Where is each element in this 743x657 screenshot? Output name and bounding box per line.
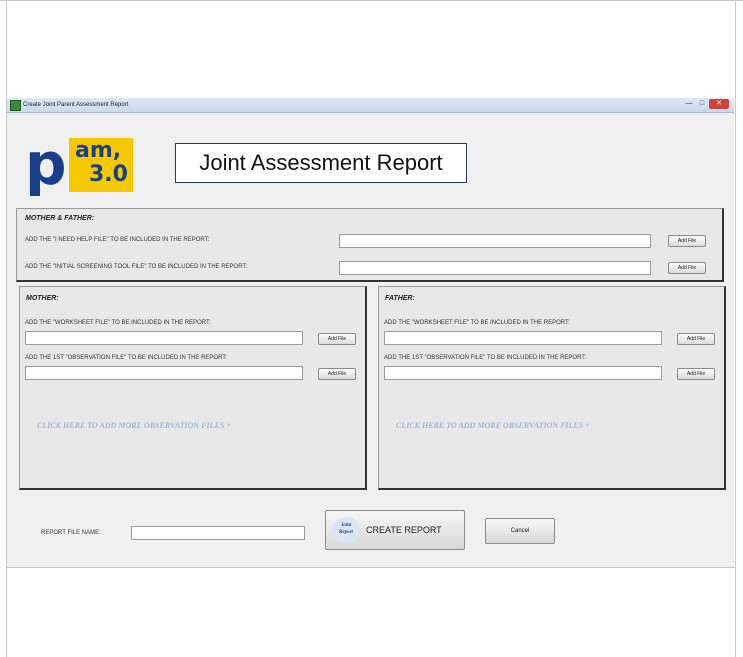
joint-report-icon-line1: Joint <box>340 523 352 528</box>
mother-add-more-observations-link[interactable]: CLICK HERE TO ADD MORE OBSERVATION FILES… <box>37 421 231 430</box>
need-help-file-field[interactable] <box>339 234 651 248</box>
page-frame-right <box>735 0 736 657</box>
minimize-button[interactable]: — <box>683 99 695 109</box>
page-frame-top <box>0 0 743 6</box>
cancel-button[interactable]: Cancel <box>485 518 555 544</box>
close-button[interactable]: ✕ <box>709 99 729 109</box>
logo-text: am, <box>75 138 122 163</box>
joint-report-icon: Joint Report <box>332 517 360 543</box>
add-screening-tool-file-button[interactable]: Add File <box>668 262 706 274</box>
need-help-file-label: ADD THE "I NEED HELP FILE" TO BE INCLUDE… <box>25 237 210 243</box>
create-report-label: CREATE REPORT <box>366 525 442 535</box>
mother-father-heading: MOTHER & FATHER: <box>25 215 95 222</box>
mother-heading: MOTHER: <box>26 295 59 302</box>
window-title: Create Joint Parent Assessment Report <box>23 102 129 108</box>
app-icon <box>10 100 21 111</box>
mother-observation-file-field[interactable] <box>25 366 303 380</box>
add-need-help-file-button[interactable]: Add File <box>668 235 706 247</box>
father-worksheet-file-label: ADD THE "WORKSHEET FILE" TO BE INCLUDED … <box>384 320 570 326</box>
logo-letter: p <box>25 130 67 198</box>
add-father-observation-file-button[interactable]: Add File <box>677 368 715 380</box>
logo-version: 3.0 <box>89 162 128 187</box>
screening-tool-file-field[interactable] <box>339 261 651 275</box>
father-panel: FATHER: ADD THE "WORKSHEET FILE" TO BE I… <box>378 286 726 490</box>
logo-badge: am, 3.0 <box>69 138 133 192</box>
page-frame-divider <box>6 567 736 568</box>
mother-observation-file-label: ADD THE 1ST "OBSERVATION FILE" TO BE INC… <box>25 355 227 361</box>
report-file-name-label: REPORT FILE NAME: <box>41 530 101 536</box>
screening-tool-file-label: ADD THE "INITIAL SCREENING TOOL FILE" TO… <box>25 264 248 270</box>
father-worksheet-file-field[interactable] <box>384 331 662 345</box>
report-dialog-window: Create Joint Parent Assessment Report — … <box>7 98 734 567</box>
mother-panel: MOTHER: ADD THE "WORKSHEET FILE" TO BE I… <box>19 286 367 490</box>
mother-father-panel: MOTHER & FATHER: ADD THE "I NEED HELP FI… <box>16 208 724 282</box>
maximize-button[interactable]: □ <box>696 99 708 109</box>
report-title: Joint Assessment Report <box>175 143 467 183</box>
add-mother-observation-file-button[interactable]: Add File <box>318 368 356 380</box>
add-mother-worksheet-file-button[interactable]: Add File <box>318 333 356 345</box>
father-observation-file-field[interactable] <box>384 366 662 380</box>
add-father-worksheet-file-button[interactable]: Add File <box>677 333 715 345</box>
create-report-button[interactable]: Joint Report CREATE REPORT <box>325 510 465 550</box>
father-observation-file-label: ADD THE 1ST "OBSERVATION FILE" TO BE INC… <box>384 355 586 361</box>
mother-worksheet-file-label: ADD THE "WORKSHEET FILE" TO BE INCLUDED … <box>25 320 211 326</box>
mother-worksheet-file-field[interactable] <box>25 331 303 345</box>
father-add-more-observations-link[interactable]: CLICK HERE TO ADD MORE OBSERVATION FILES… <box>396 421 590 430</box>
pams-logo: p am, 3.0 <box>25 130 135 198</box>
window-titlebar[interactable]: Create Joint Parent Assessment Report — … <box>7 98 734 113</box>
report-file-name-field[interactable] <box>131 526 305 540</box>
father-heading: FATHER: <box>385 295 415 302</box>
joint-report-icon-line2: Report <box>339 530 353 535</box>
